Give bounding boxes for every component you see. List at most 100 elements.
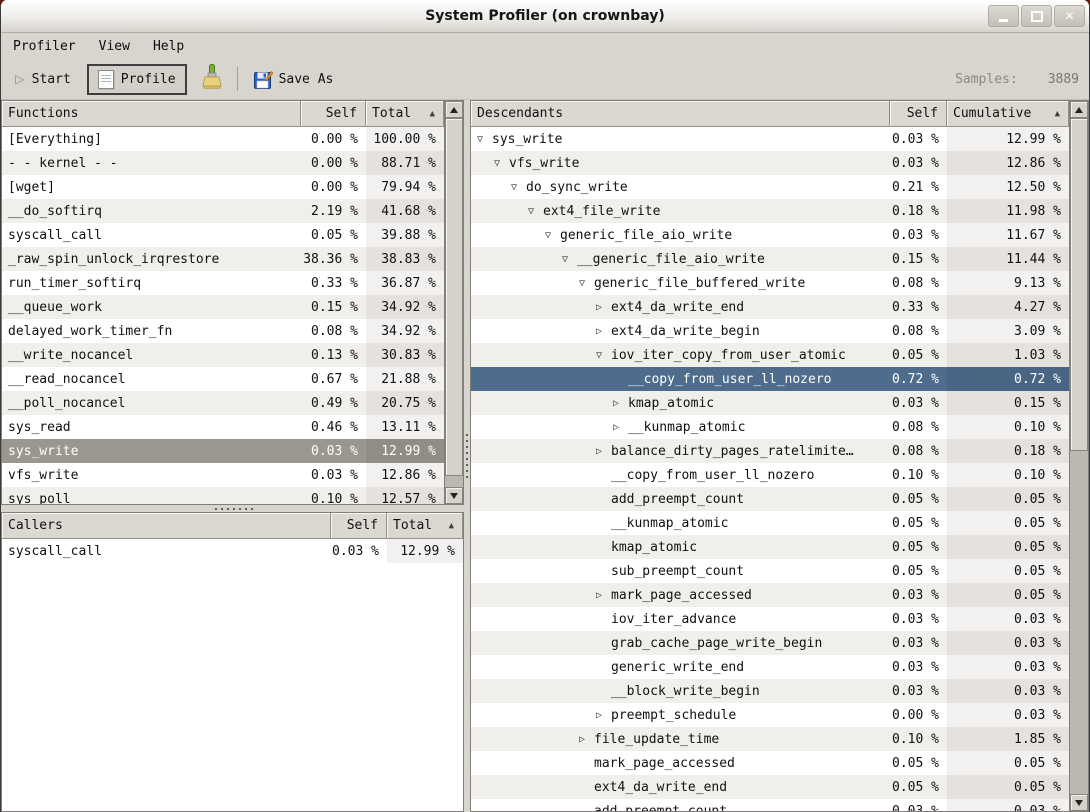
- table-row[interactable]: grab_cache_page_write_begin0.03 %0.03 %: [471, 631, 1069, 655]
- start-button[interactable]: ▷ Start: [11, 68, 75, 90]
- table-row[interactable]: ▷file_update_time0.10 %1.85 %: [471, 727, 1069, 751]
- close-button[interactable]: ✕: [1054, 5, 1085, 27]
- table-row[interactable]: __queue_work0.15 %34.92 %: [2, 295, 444, 319]
- scroll-up-icon[interactable]: [1070, 101, 1088, 118]
- cell-value: 0.08 %: [890, 439, 947, 463]
- total-column-header[interactable]: Total▲: [366, 101, 444, 127]
- table-row[interactable]: __copy_from_user_ll_nozero0.72 %0.72 %: [471, 367, 1069, 391]
- table-row[interactable]: ▽ext4_file_write0.18 %11.98 %: [471, 199, 1069, 223]
- expander-open-icon[interactable]: ▽: [492, 158, 509, 169]
- table-row[interactable]: add_preempt_count0.03 %0.03 %: [471, 799, 1069, 811]
- scrollbar-trough[interactable]: [445, 476, 463, 487]
- expander-closed-icon[interactable]: ▷: [611, 422, 628, 433]
- cell-value: 41.68 %: [366, 199, 444, 223]
- table-row[interactable]: __write_nocancel0.13 %30.83 %: [2, 343, 444, 367]
- tree-cell: generic_write_end: [471, 655, 890, 679]
- expander-closed-icon[interactable]: ▷: [611, 398, 628, 409]
- table-row[interactable]: syscall_call0.05 %39.88 %: [2, 223, 444, 247]
- cumulative-column-header[interactable]: Cumulative▲: [947, 101, 1069, 127]
- scroll-up-icon[interactable]: [445, 101, 463, 118]
- table-row[interactable]: iov_iter_advance0.03 %0.03 %: [471, 607, 1069, 631]
- table-row[interactable]: ▷preempt_schedule0.00 %0.03 %: [471, 703, 1069, 727]
- table-row[interactable]: __copy_from_user_ll_nozero0.10 %0.10 %: [471, 463, 1069, 487]
- expander-closed-icon[interactable]: ▷: [594, 446, 611, 457]
- expander-open-icon[interactable]: ▽: [577, 278, 594, 289]
- table-row[interactable]: __block_write_begin0.03 %0.03 %: [471, 679, 1069, 703]
- vertical-splitter[interactable]: [464, 100, 470, 812]
- function-name: generic_file_buffered_write: [594, 276, 805, 291]
- table-row[interactable]: ▽do_sync_write0.21 %12.50 %: [471, 175, 1069, 199]
- scrollbar-thumb[interactable]: [1070, 118, 1088, 451]
- expander-open-icon[interactable]: ▽: [594, 350, 611, 361]
- descendants-column-header[interactable]: Descendants: [471, 101, 890, 127]
- expander-closed-icon[interactable]: ▷: [594, 590, 611, 601]
- table-row[interactable]: _raw_spin_unlock_irqrestore38.36 %38.83 …: [2, 247, 444, 271]
- table-row[interactable]: [wget]0.00 %79.94 %: [2, 175, 444, 199]
- table-row[interactable]: delayed_work_timer_fn0.08 %34.92 %: [2, 319, 444, 343]
- cell-value: 0.03 %: [890, 679, 947, 703]
- expander-open-icon[interactable]: ▽: [560, 254, 577, 265]
- functions-column-header[interactable]: Functions: [2, 101, 301, 127]
- table-row[interactable]: kmap_atomic0.05 %0.05 %: [471, 535, 1069, 559]
- table-row[interactable]: ▽generic_file_buffered_write0.08 %9.13 %: [471, 271, 1069, 295]
- table-row[interactable]: ▷mark_page_accessed0.03 %0.05 %: [471, 583, 1069, 607]
- table-row[interactable]: sys_read0.46 %13.11 %: [2, 415, 444, 439]
- expander-closed-icon[interactable]: ▷: [594, 710, 611, 721]
- scroll-down-icon[interactable]: [1070, 794, 1088, 811]
- scrollbar-trough[interactable]: [1070, 451, 1088, 794]
- table-row[interactable]: ▽__generic_file_aio_write0.15 %11.44 %: [471, 247, 1069, 271]
- expander-closed-icon[interactable]: ▷: [594, 326, 611, 337]
- expander-closed-icon[interactable]: ▷: [594, 302, 611, 313]
- table-row[interactable]: sys_poll0.10 %12.57 %: [2, 487, 444, 504]
- menu-profiler[interactable]: Profiler: [13, 39, 76, 54]
- self-column-header[interactable]: Self: [301, 101, 366, 127]
- table-row[interactable]: __do_softirq2.19 %41.68 %: [2, 199, 444, 223]
- horizontal-splitter[interactable]: [1, 505, 464, 512]
- menu-help[interactable]: Help: [153, 39, 184, 54]
- expander-open-icon[interactable]: ▽: [543, 230, 560, 241]
- profile-toggle-button[interactable]: Profile: [87, 64, 187, 95]
- table-row[interactable]: ext4_da_write_end0.05 %0.05 %: [471, 775, 1069, 799]
- total-column-header[interactable]: Total▲: [387, 513, 463, 539]
- descendants-scrollbar[interactable]: [1069, 101, 1088, 811]
- table-row[interactable]: ▽iov_iter_copy_from_user_atomic0.05 %1.0…: [471, 343, 1069, 367]
- table-row[interactable]: run_timer_softirq0.33 %36.87 %: [2, 271, 444, 295]
- table-row[interactable]: vfs_write0.03 %12.86 %: [2, 463, 444, 487]
- scroll-down-icon[interactable]: [445, 487, 463, 504]
- scrollbar-thumb[interactable]: [445, 118, 463, 476]
- expander-closed-icon[interactable]: ▷: [577, 734, 594, 745]
- table-row[interactable]: sub_preempt_count0.05 %0.05 %: [471, 559, 1069, 583]
- titlebar[interactable]: System Profiler (on crownbay) ✕: [1, 0, 1089, 33]
- self-column-header[interactable]: Self: [331, 513, 387, 539]
- functions-scrollbar[interactable]: [444, 101, 463, 504]
- table-row[interactable]: syscall_call0.03 %12.99 %: [2, 539, 463, 563]
- expander-open-icon[interactable]: ▽: [509, 182, 526, 193]
- table-row[interactable]: - - kernel - -0.00 %88.71 %: [2, 151, 444, 175]
- table-row[interactable]: generic_write_end0.03 %0.03 %: [471, 655, 1069, 679]
- table-row[interactable]: ▷balance_dirty_pages_ratelimite…0.08 %0.…: [471, 439, 1069, 463]
- expander-open-icon[interactable]: ▽: [475, 134, 492, 145]
- table-row[interactable]: ▷ext4_da_write_end0.33 %4.27 %: [471, 295, 1069, 319]
- menu-view[interactable]: View: [99, 39, 130, 54]
- table-row[interactable]: __poll_nocancel0.49 %20.75 %: [2, 391, 444, 415]
- table-row[interactable]: __kunmap_atomic0.05 %0.05 %: [471, 511, 1069, 535]
- table-row[interactable]: ▷__kunmap_atomic0.08 %0.10 %: [471, 415, 1069, 439]
- table-row[interactable]: ▽generic_file_aio_write0.03 %11.67 %: [471, 223, 1069, 247]
- table-row[interactable]: sys_write0.03 %12.99 %: [2, 439, 444, 463]
- expander-open-icon[interactable]: ▽: [526, 206, 543, 217]
- table-row[interactable]: ▷kmap_atomic0.03 %0.15 %: [471, 391, 1069, 415]
- function-name: grab_cache_page_write_begin: [611, 636, 822, 651]
- table-row[interactable]: ▽sys_write0.03 %12.99 %: [471, 127, 1069, 151]
- save-as-button[interactable]: Save As: [250, 67, 338, 92]
- callers-column-header[interactable]: Callers: [2, 513, 331, 539]
- table-row[interactable]: mark_page_accessed0.05 %0.05 %: [471, 751, 1069, 775]
- self-column-header[interactable]: Self: [890, 101, 947, 127]
- table-row[interactable]: __read_nocancel0.67 %21.88 %: [2, 367, 444, 391]
- table-row[interactable]: ▷ext4_da_write_begin0.08 %3.09 %: [471, 319, 1069, 343]
- minimize-button[interactable]: [988, 5, 1019, 27]
- table-row[interactable]: ▽vfs_write0.03 %12.86 %: [471, 151, 1069, 175]
- table-row[interactable]: add_preempt_count0.05 %0.05 %: [471, 487, 1069, 511]
- maximize-button[interactable]: [1021, 5, 1052, 27]
- table-row[interactable]: [Everything]0.00 %100.00 %: [2, 127, 444, 151]
- reset-button[interactable]: [199, 62, 225, 96]
